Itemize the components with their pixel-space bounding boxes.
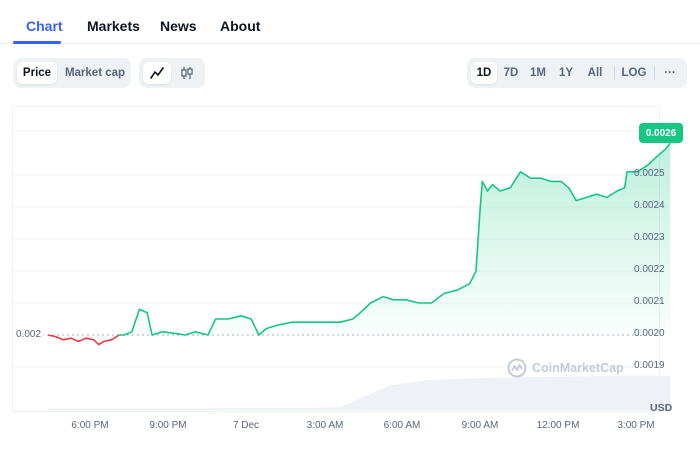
range-toggle: 1D 7D 1M 1Y All LOG ···	[467, 58, 687, 88]
y-tick-label: 0.0025	[634, 168, 665, 179]
range-divider	[654, 66, 655, 80]
market-cap-button[interactable]: Market cap	[63, 62, 127, 84]
volume-area	[48, 375, 671, 410]
x-tick-label: 9:00 AM	[461, 420, 499, 431]
reference-price-label: 0.002	[14, 329, 44, 340]
metric-toggle: Price Market cap	[13, 58, 131, 88]
tab-chart[interactable]: Chart	[26, 18, 63, 34]
tab-about[interactable]: About	[220, 18, 260, 34]
candlestick-button[interactable]	[173, 62, 201, 84]
current-price-badge: 0.0026	[639, 123, 683, 143]
candlestick-icon	[181, 67, 193, 79]
line-chart-button[interactable]	[143, 62, 171, 84]
range-7d-button[interactable]: 7D	[498, 62, 524, 84]
price-button[interactable]: Price	[17, 62, 57, 84]
y-tick-label: 0.0021	[634, 296, 665, 307]
watermark-text: CoinMarketCap	[532, 361, 624, 375]
x-tick-label: 3:00 PM	[617, 420, 655, 431]
coinmarketcap-watermark: CoinMarketCap	[507, 358, 624, 378]
tab-markets[interactable]: Markets	[87, 18, 140, 34]
x-tick-label: 7 Dec	[232, 420, 260, 431]
y-tick-label: 0.0019	[634, 360, 665, 371]
x-tick-label: 6:00 PM	[71, 420, 109, 431]
x-tick-label: 9:00 PM	[149, 420, 187, 431]
y-tick-label: 0.0024	[634, 200, 665, 211]
range-all-button[interactable]: All	[580, 62, 610, 84]
range-1y-button[interactable]: 1Y	[553, 62, 579, 84]
x-tick-label: 12:00 PM	[536, 420, 580, 431]
y-tick-label: 0.0023	[634, 232, 665, 243]
coinmarketcap-logo-icon	[507, 358, 527, 378]
range-1d-button[interactable]: 1D	[471, 62, 497, 84]
price-line-down	[47, 334, 120, 346]
currency-label: USD	[650, 402, 673, 414]
y-tick-label: 0.0020	[634, 328, 665, 339]
range-1m-button[interactable]: 1M	[525, 62, 551, 84]
chart-style-toggle	[139, 58, 205, 88]
x-tick-label: 3:00 AM	[306, 420, 344, 431]
active-tab-indicator	[13, 41, 61, 44]
y-tick-label: 0.0022	[634, 264, 665, 275]
range-divider	[614, 66, 615, 80]
more-options-button[interactable]: ···	[658, 62, 682, 84]
x-tick-label: 6:00 AM	[383, 420, 421, 431]
top-tabs: Chart Markets News About	[0, 0, 700, 44]
log-scale-button[interactable]: LOG	[618, 62, 650, 84]
line-chart-icon	[150, 67, 164, 79]
tab-news[interactable]: News	[160, 18, 197, 34]
